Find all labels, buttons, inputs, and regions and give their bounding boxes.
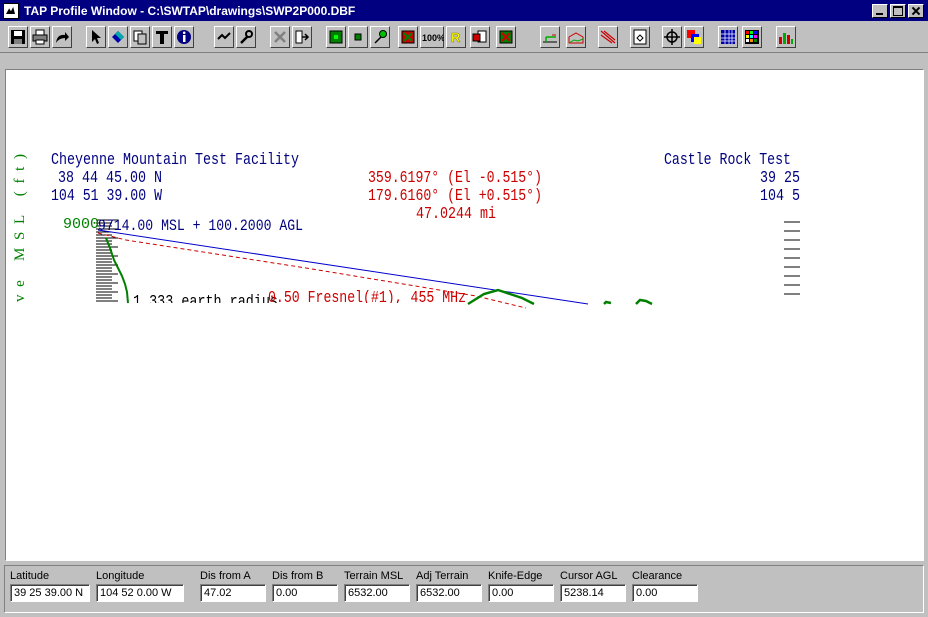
site-a-name: Cheyenne Mountain Test Facility xyxy=(51,151,299,170)
adj-terrain-field: Adj Terrain 6532.00 xyxy=(416,570,482,602)
toolbar-spacer xyxy=(0,55,928,69)
dis-from-a-value[interactable]: 47.02 xyxy=(200,584,266,602)
cursor-agl-field: Cursor AGL 5238.14 xyxy=(560,570,626,602)
slope-icon[interactable] xyxy=(598,26,618,48)
knife-edge-label: Knife-Edge xyxy=(488,570,543,582)
maximize-button[interactable] xyxy=(890,4,906,18)
profile-plot: ve MSL (ft) Cheyenne Mountain Test Facil… xyxy=(12,151,800,312)
save-icon[interactable] xyxy=(8,26,28,48)
site-a-lat: 38 44 45.00 N xyxy=(58,169,162,188)
green-dot-icon[interactable] xyxy=(348,26,368,48)
site-b-lon: 104 5 xyxy=(760,187,800,206)
app-icon[interactable] xyxy=(3,3,19,19)
terrain-msl-label: Terrain MSL xyxy=(344,570,404,582)
r-icon[interactable]: R xyxy=(446,26,466,48)
earth-radius-label: 1.333 earth radius xyxy=(133,293,278,312)
dis-from-b-value[interactable]: 0.00 xyxy=(272,584,338,602)
dis-from-a-field: Dis from A 47.02 xyxy=(200,570,266,602)
clearance-label: Clearance xyxy=(632,570,683,582)
y-axis-label: ve MSL (ft) xyxy=(12,152,28,302)
green-doc-icon[interactable] xyxy=(496,26,516,48)
site-a-lon: 104 51 39.00 W xyxy=(51,187,163,206)
toolbar: 100% R xyxy=(0,23,928,53)
longitude-field: Longitude 104 52 0.00 W xyxy=(96,570,184,602)
latitude-value[interactable]: 39 25 39.00 N xyxy=(10,584,90,602)
profile-canvas[interactable]: ve MSL (ft) Cheyenne Mountain Test Facil… xyxy=(5,69,924,561)
dis-from-b-label: Dis from B xyxy=(272,570,324,582)
terrain-msl-field: Terrain MSL 6532.00 xyxy=(344,570,410,602)
zoom-100-icon[interactable]: 100% xyxy=(420,26,444,48)
cursor-agl-label: Cursor AGL xyxy=(560,570,618,582)
svg-text:R: R xyxy=(451,30,461,45)
site-b-name: Castle Rock Test xyxy=(664,151,791,170)
dis-from-b-field: Dis from B 0.00 xyxy=(272,570,338,602)
site-b-lat: 39 25 xyxy=(760,169,800,188)
red-doc-icon[interactable] xyxy=(470,26,490,48)
print-icon[interactable] xyxy=(30,26,50,48)
page-icon[interactable] xyxy=(630,26,650,48)
fill-icon[interactable] xyxy=(108,26,128,48)
adj-terrain-label: Adj Terrain xyxy=(416,570,469,582)
knife-edge-field: Knife-Edge 0.00 xyxy=(488,570,554,602)
histogram-icon[interactable] xyxy=(776,26,796,48)
azimuth-b: 179.6160° (El +0.515°) xyxy=(368,187,542,206)
text-icon[interactable] xyxy=(152,26,172,48)
terrain-profile-icon[interactable] xyxy=(566,26,586,48)
terrain-profile-c xyxy=(603,298,653,306)
adj-terrain-value[interactable]: 6532.00 xyxy=(416,584,482,602)
terrain-msl-value[interactable]: 6532.00 xyxy=(344,584,410,602)
fresnel-label: 0.50 Fresnel(#1), 455 MHz xyxy=(268,289,466,308)
window-title: TAP Profile Window - C:\SWTAP\drawings\S… xyxy=(24,4,356,18)
redo-icon[interactable] xyxy=(52,26,72,48)
antenna-a-label: 9714.00 MSL + 100.2000 AGL xyxy=(98,217,303,235)
green-square-icon[interactable] xyxy=(326,26,346,48)
delete-icon[interactable] xyxy=(270,26,290,48)
azimuth-a: 359.6197° (El -0.515°) xyxy=(368,169,542,188)
minimize-button[interactable] xyxy=(872,4,888,18)
right-elevation-scale xyxy=(784,221,800,295)
longitude-value[interactable]: 104 52 0.00 W xyxy=(96,584,184,602)
latitude-label: Latitude xyxy=(10,570,50,582)
red-square-icon[interactable] xyxy=(398,26,418,48)
grid-blue-icon[interactable] xyxy=(718,26,738,48)
pointer-icon[interactable] xyxy=(86,26,106,48)
knife-edge-value[interactable]: 0.00 xyxy=(488,584,554,602)
copy-icon[interactable] xyxy=(130,26,150,48)
svg-text:100%: 100% xyxy=(422,33,444,43)
export-icon[interactable] xyxy=(292,26,312,48)
dis-from-a-label: Dis from A xyxy=(200,570,251,582)
grid-multi-icon[interactable] xyxy=(742,26,762,48)
info-icon[interactable] xyxy=(174,26,194,48)
status-bar: Latitude 39 25 39.00 N Longitude 104 52 … xyxy=(4,565,924,613)
crosshair-icon[interactable] xyxy=(662,26,682,48)
cursor-agl-value[interactable]: 5238.14 xyxy=(560,584,626,602)
close-button[interactable] xyxy=(908,4,924,18)
clearance-field: Clearance 0.00 xyxy=(632,570,698,602)
tools-icon[interactable] xyxy=(236,26,256,48)
pin-icon[interactable] xyxy=(370,26,390,48)
longitude-label: Longitude xyxy=(96,570,145,582)
terrain-rise-icon[interactable] xyxy=(540,26,560,48)
path-distance: 47.0244 mi xyxy=(416,205,496,224)
color-squares-icon[interactable] xyxy=(684,26,704,48)
latitude-field: Latitude 39 25 39.00 N xyxy=(10,570,90,602)
title-bar: TAP Profile Window - C:\SWTAP\drawings\S… xyxy=(0,0,928,22)
clearance-value[interactable]: 0.00 xyxy=(632,584,698,602)
y-top-tick-label: 9000 xyxy=(63,216,99,233)
recalc-icon[interactable] xyxy=(214,26,234,48)
